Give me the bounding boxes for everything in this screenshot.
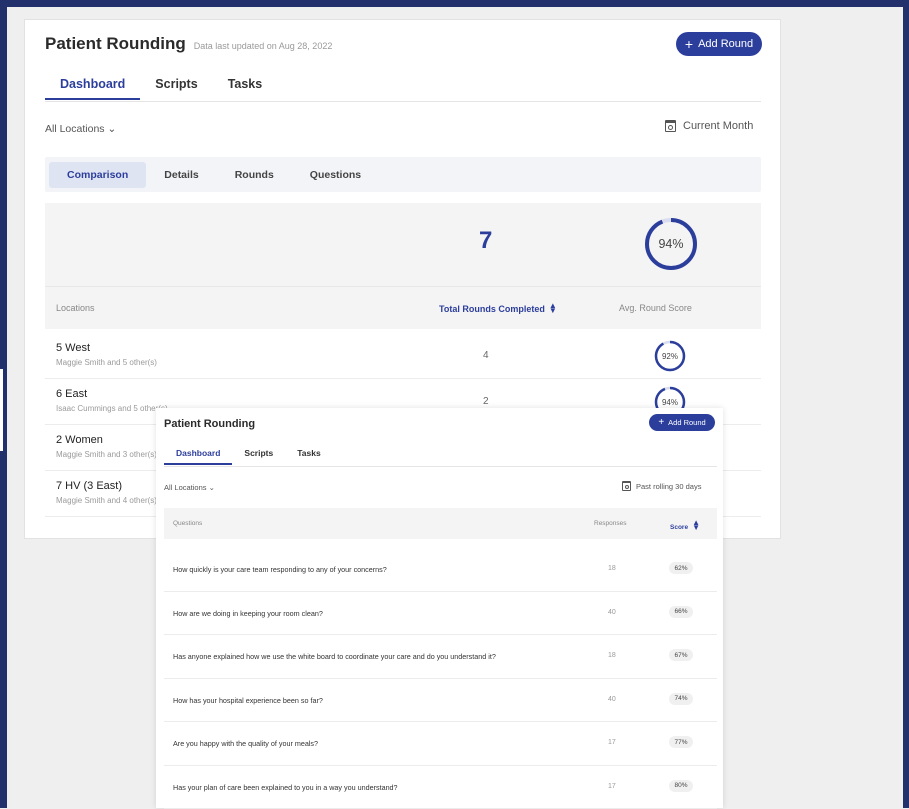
date-range-filter[interactable]: Current Month — [665, 120, 753, 132]
location-name: 7 HV (3 East) — [56, 480, 122, 492]
responses-count: 17 — [608, 783, 616, 790]
table-row[interactable]: How has your hospital experience been so… — [164, 679, 717, 723]
window-frame-right — [903, 0, 909, 808]
calendar-icon — [622, 481, 631, 491]
sort-icon: ▲▼ — [549, 303, 557, 313]
location-filter-label: All Locations — [45, 123, 105, 135]
score-badge: 66% — [669, 606, 693, 618]
location-staff: Isaac Cummings and 5 other(s) — [56, 404, 168, 413]
overlay-date-range-label: Past rolling 30 days — [636, 482, 701, 491]
location-filter[interactable]: All Locations ⌄ — [45, 123, 116, 135]
column-header-score[interactable]: Score▲▼ — [670, 520, 700, 531]
question-text: Has anyone explained how we use the whit… — [173, 652, 496, 661]
overlay-add-round-label: Add Round — [668, 418, 706, 427]
questions-card: Patient Rounding + Add Round Dashboard S… — [156, 408, 723, 808]
table-row[interactable]: How are we doing in keeping your room cl… — [164, 592, 717, 636]
page-title: Patient Rounding — [45, 34, 186, 54]
overlay-tab-tasks[interactable]: Tasks — [285, 446, 332, 465]
tab-dashboard[interactable]: Dashboard — [45, 76, 140, 100]
questions-table-body: How quickly is your care team responding… — [164, 548, 717, 809]
subtab-details[interactable]: Details — [146, 162, 216, 188]
responses-count: 17 — [608, 739, 616, 746]
total-rounds-value: 7 — [479, 227, 492, 255]
last-updated-text: Data last updated on Aug 28, 2022 — [194, 41, 333, 51]
subtab-questions[interactable]: Questions — [292, 162, 379, 188]
overlay-location-filter-label: All Locations — [164, 483, 207, 492]
overlay-add-round-button[interactable]: + Add Round — [649, 414, 715, 431]
question-text: How has your hospital experience been so… — [173, 696, 323, 705]
chevron-down-icon: ⌄ — [107, 123, 116, 135]
summary-stats: 7 94% — [45, 203, 761, 286]
overlay-tabs: Dashboard Scripts Tasks — [164, 446, 717, 467]
table-row[interactable]: Are you happy with the quality of your m… — [164, 722, 717, 766]
plus-icon: + — [685, 37, 693, 51]
calendar-icon — [665, 120, 676, 132]
comparison-table-header: Locations Total Rounds Completed▲▼ Avg. … — [45, 286, 761, 329]
column-header-avg-score: Avg. Round Score — [619, 303, 692, 313]
window-frame-top — [0, 0, 909, 7]
question-text: How are we doing in keeping your room cl… — [173, 609, 323, 618]
add-round-label: Add Round — [698, 38, 753, 50]
responses-count: 40 — [608, 696, 616, 703]
location-staff: Maggie Smith and 4 other(s) — [56, 496, 157, 505]
subtab-comparison[interactable]: Comparison — [49, 162, 146, 188]
location-name: 2 Women — [56, 434, 103, 446]
rounds-count: 4 — [483, 350, 489, 361]
main-tabs: Dashboard Scripts Tasks — [45, 76, 761, 102]
score-badge: 80% — [669, 780, 693, 792]
overlay-date-range-filter[interactable]: Past rolling 30 days — [622, 481, 701, 491]
score-value: 92% — [654, 340, 686, 372]
table-row[interactable]: Has anyone explained how we use the whit… — [164, 635, 717, 679]
rounds-count: 2 — [483, 396, 489, 407]
question-text: How quickly is your care team responding… — [173, 565, 387, 574]
questions-table-header: Questions Responses Score▲▼ — [164, 508, 717, 539]
location-staff: Maggie Smith and 5 other(s) — [56, 358, 157, 367]
tab-scripts[interactable]: Scripts — [140, 76, 212, 100]
column-header-questions: Questions — [173, 520, 202, 527]
location-staff: Maggie Smith and 3 other(s) — [56, 450, 157, 459]
avg-score-value: 94% — [644, 217, 698, 271]
overlay-location-filter[interactable]: All Locations ⌄ — [164, 483, 215, 492]
score-badge: 62% — [669, 562, 693, 574]
date-range-label: Current Month — [683, 120, 753, 132]
location-name: 6 East — [56, 388, 87, 400]
column-header-total-rounds[interactable]: Total Rounds Completed▲▼ — [439, 303, 557, 314]
overlay-tab-dashboard[interactable]: Dashboard — [164, 446, 232, 465]
side-marker — [0, 368, 4, 452]
chevron-down-icon: ⌄ — [209, 483, 215, 492]
column-header-responses: Responses — [594, 520, 627, 527]
view-subtabs: Comparison Details Rounds Questions — [45, 157, 761, 192]
responses-count: 40 — [608, 609, 616, 616]
score-badge: 67% — [669, 649, 693, 661]
question-text: Are you happy with the quality of your m… — [173, 739, 318, 748]
tab-tasks[interactable]: Tasks — [213, 76, 278, 100]
question-text: Has your plan of care been explained to … — [173, 783, 398, 792]
header: Patient Rounding Data last updated on Au… — [45, 34, 332, 54]
sort-icon: ▲▼ — [692, 520, 700, 530]
column-header-locations: Locations — [56, 303, 95, 313]
plus-icon: + — [658, 418, 664, 428]
subtab-rounds[interactable]: Rounds — [217, 162, 292, 188]
overlay-page-title: Patient Rounding — [164, 418, 255, 430]
location-name: 5 West — [56, 342, 90, 354]
table-row[interactable]: How quickly is your care team responding… — [164, 548, 717, 592]
score-badge: 77% — [669, 736, 693, 748]
table-row[interactable]: Has your plan of care been explained to … — [164, 766, 717, 809]
score-badge: 74% — [669, 693, 693, 705]
add-round-button[interactable]: + Add Round — [676, 32, 762, 56]
overlay-tab-scripts[interactable]: Scripts — [232, 446, 285, 465]
responses-count: 18 — [608, 565, 616, 572]
table-row[interactable]: 5 West Maggie Smith and 5 other(s) 4 92% — [45, 333, 761, 379]
responses-count: 18 — [608, 652, 616, 659]
